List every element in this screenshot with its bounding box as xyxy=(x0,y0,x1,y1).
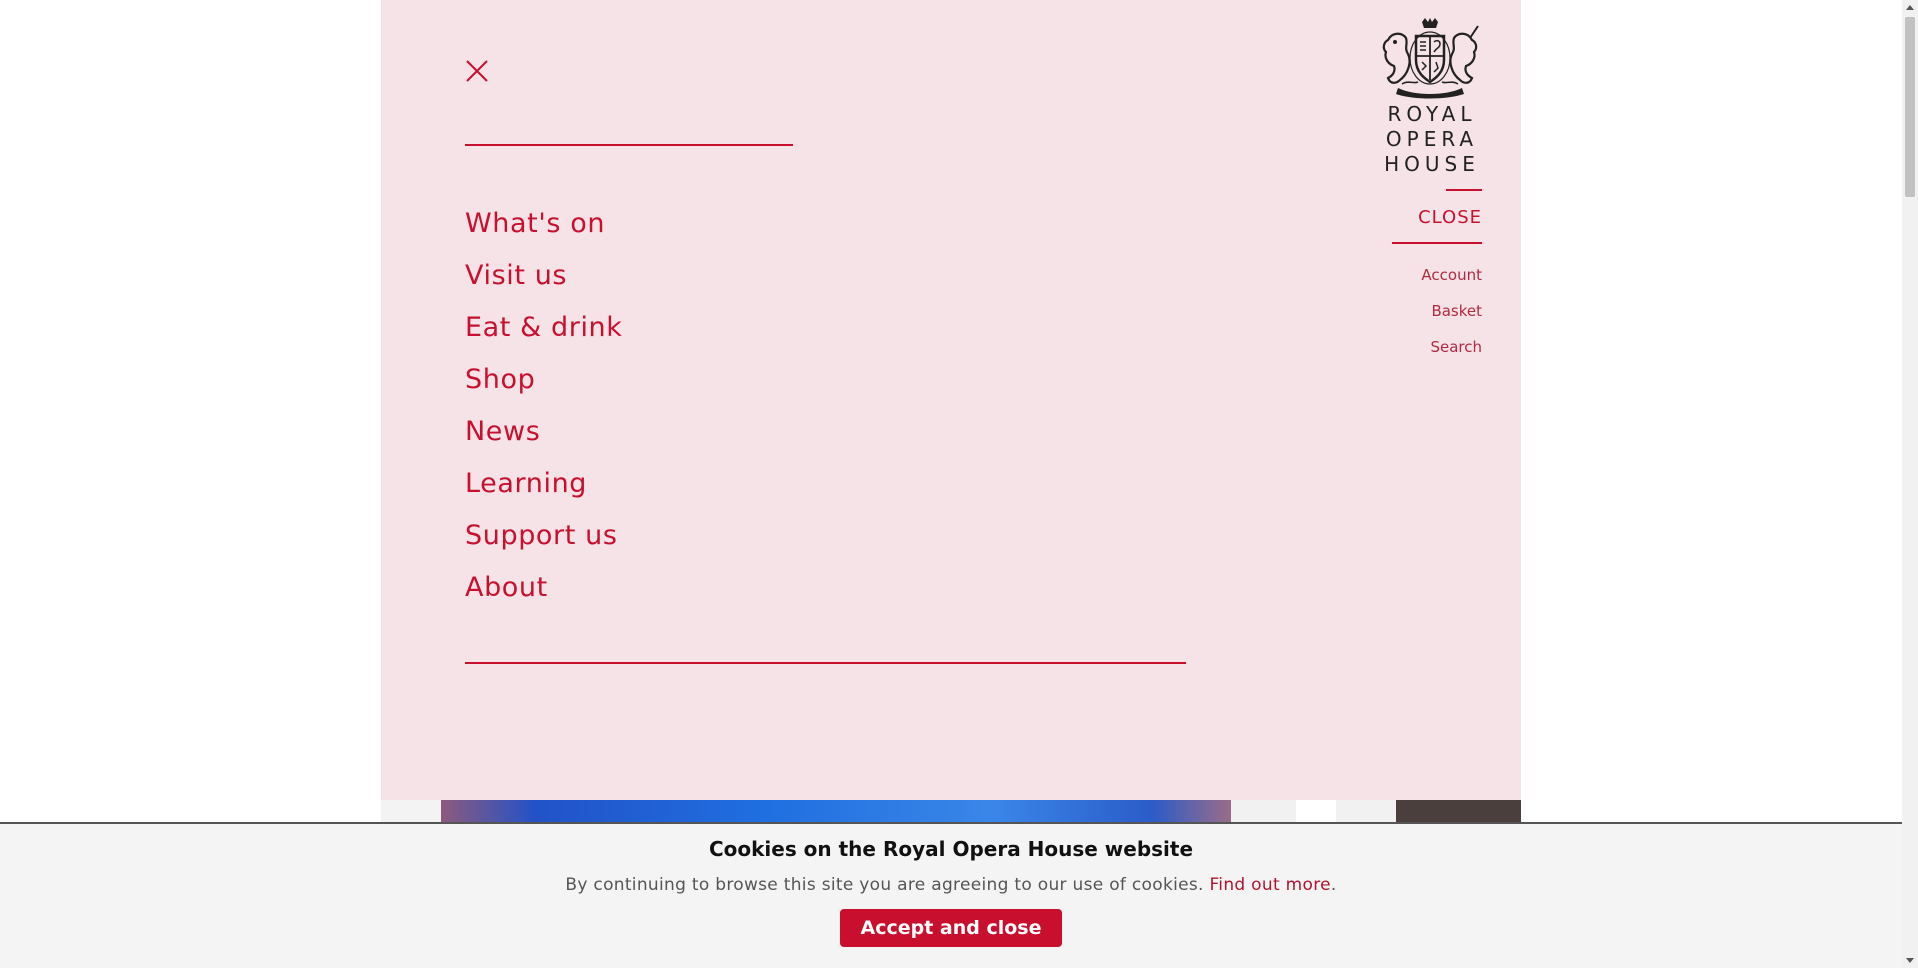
basket-link[interactable]: Basket xyxy=(1421,298,1482,334)
logo-line-royal: ROYAL xyxy=(1387,102,1477,126)
accept-and-close-button[interactable]: Accept and close xyxy=(840,909,1062,947)
background-thumbnail-image xyxy=(1396,800,1521,824)
background-content-strip xyxy=(1336,800,1396,824)
close-x-icon[interactable] xyxy=(465,59,489,83)
page: What's on Visit us Eat & drink Shop News… xyxy=(0,0,1918,968)
cookie-period: . xyxy=(1330,875,1337,895)
royal-opera-house-logo[interactable]: ROYAL OPERA HOUSE xyxy=(1378,18,1482,177)
nav-item-shop[interactable]: Shop xyxy=(465,354,623,406)
background-content-strip xyxy=(1231,800,1296,824)
menu-top-divider xyxy=(465,144,793,146)
utility-links: Account Basket Search xyxy=(1421,262,1482,370)
scroll-down-arrow-icon[interactable] xyxy=(1906,958,1914,963)
close-bottom-divider xyxy=(1392,242,1482,244)
logo-line-house: HOUSE xyxy=(1384,152,1480,176)
navigation-menu-panel: What's on Visit us Eat & drink Shop News… xyxy=(381,0,1521,800)
nav-item-learning[interactable]: Learning xyxy=(465,458,623,510)
cookie-message: By continuing to browse this site you ar… xyxy=(565,875,1204,895)
cookie-banner: Cookies on the Royal Opera House website… xyxy=(0,822,1902,968)
scroll-up-arrow-icon[interactable] xyxy=(1906,5,1914,10)
logo-wordmark: ROYAL OPERA HOUSE xyxy=(1378,102,1482,177)
search-link[interactable]: Search xyxy=(1421,334,1482,370)
vertical-scrollbar[interactable] xyxy=(1902,0,1918,968)
account-link[interactable]: Account xyxy=(1421,262,1482,298)
background-content-strip xyxy=(381,800,441,824)
close-menu-control: CLOSE xyxy=(1392,189,1482,244)
cookie-banner-text: By continuing to browse this site you ar… xyxy=(0,875,1902,895)
background-hero-image xyxy=(441,800,1231,824)
cookie-banner-title: Cookies on the Royal Opera House website xyxy=(708,837,1194,861)
nav-item-news[interactable]: News xyxy=(465,406,623,458)
menu-bottom-divider xyxy=(465,662,1186,664)
close-menu-button[interactable]: CLOSE xyxy=(1392,191,1482,242)
find-out-more-link[interactable]: Find out more xyxy=(1209,875,1330,895)
background-content-strip xyxy=(1296,800,1336,824)
royal-crest-icon xyxy=(1382,18,1479,99)
nav-item-support-us[interactable]: Support us xyxy=(465,510,623,562)
nav-item-whats-on[interactable]: What's on xyxy=(465,198,623,250)
nav-item-eat-drink[interactable]: Eat & drink xyxy=(465,302,623,354)
nav-item-about[interactable]: About xyxy=(465,562,623,614)
nav-item-visit-us[interactable]: Visit us xyxy=(465,250,623,302)
scrollbar-thumb[interactable] xyxy=(1905,17,1915,197)
main-nav-list: What's on Visit us Eat & drink Shop News… xyxy=(465,198,623,614)
logo-line-opera: OPERA xyxy=(1385,127,1479,151)
